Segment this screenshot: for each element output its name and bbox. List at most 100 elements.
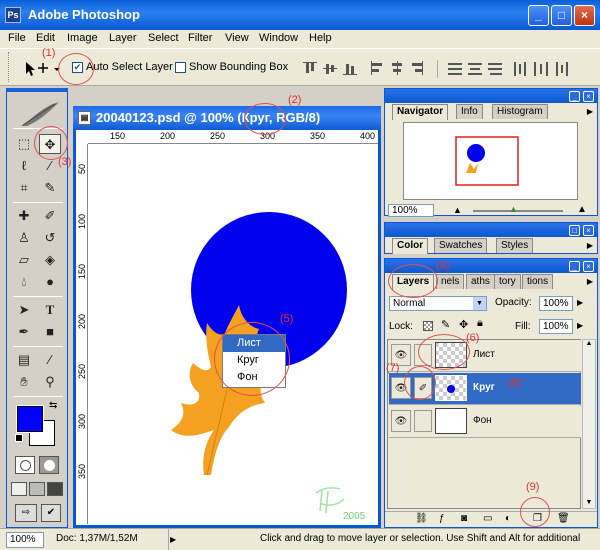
status-zoom-field[interactable]: 100% bbox=[6, 532, 44, 548]
fill-field[interactable]: 100% bbox=[539, 319, 573, 334]
toolbox-separator bbox=[13, 396, 63, 397]
tab-histogram[interactable]: Histogram bbox=[492, 104, 548, 119]
tab-info[interactable]: Info bbox=[456, 104, 483, 119]
panel-close-button[interactable]: × bbox=[583, 261, 594, 272]
toolbox-separator bbox=[13, 202, 63, 203]
lock-transparency-icon[interactable] bbox=[423, 321, 433, 331]
lock-position-icon[interactable]: ✥ bbox=[459, 318, 468, 331]
status-menu-arrow-icon[interactable]: ▶ bbox=[168, 529, 178, 550]
move-tool-preset-icon[interactable] bbox=[22, 58, 62, 80]
blur-tool-icon[interactable]: 💧︎ bbox=[13, 272, 35, 292]
menu-window[interactable]: Window bbox=[259, 32, 298, 44]
minimize-button[interactable]: _ bbox=[528, 5, 549, 26]
dodge-tool-icon[interactable]: ● bbox=[39, 272, 61, 292]
brush-tool-icon[interactable]: ✐ bbox=[39, 206, 61, 226]
quick-mask-icon[interactable] bbox=[39, 456, 59, 474]
eyedropper-tool-icon[interactable]: ⁄ bbox=[39, 350, 61, 370]
menu-file[interactable]: File bbox=[8, 32, 26, 44]
close-button[interactable]: × bbox=[574, 5, 595, 26]
navigator-preview[interactable] bbox=[403, 122, 578, 200]
blend-mode-select[interactable]: Normal ▼ bbox=[389, 296, 487, 311]
hand-tool-icon[interactable]: ✋︎ bbox=[13, 372, 35, 392]
color-panel-titlebar: □ × bbox=[385, 223, 597, 237]
tab-history[interactable]: tory bbox=[494, 274, 521, 289]
show-bounding-box-checkbox[interactable]: ✔ bbox=[175, 62, 186, 73]
menu-layer[interactable]: Layer bbox=[109, 32, 137, 44]
tab-swatches[interactable]: Swatches bbox=[434, 238, 488, 253]
layer-row-background[interactable]: 👁︎ Фон bbox=[389, 406, 581, 438]
layers-scrollbar[interactable]: ▲ ▼ bbox=[582, 339, 596, 509]
tab-styles[interactable]: Styles bbox=[496, 238, 534, 253]
tab-color[interactable]: Color bbox=[392, 238, 429, 254]
menu-select[interactable]: Select bbox=[148, 32, 179, 44]
auto-select-layer-label: Auto Select Layer bbox=[86, 61, 173, 73]
zoom-tool-icon[interactable]: ⚲ bbox=[39, 372, 61, 392]
panel-menu-arrow-icon[interactable]: ▶ bbox=[587, 277, 593, 286]
crop-tool-icon[interactable]: ⌗ bbox=[13, 178, 35, 198]
zoom-slider-thumb[interactable]: ▲ bbox=[509, 204, 518, 214]
panel-minimize-button[interactable]: _ bbox=[569, 91, 580, 102]
menu-filter[interactable]: Filter bbox=[188, 32, 212, 44]
menu-view[interactable]: View bbox=[225, 32, 249, 44]
rectangle-shape-icon[interactable]: ■ bbox=[39, 322, 61, 342]
doc-size-info[interactable]: Doc: 1,37M/1,52M bbox=[56, 533, 138, 544]
scroll-down-icon[interactable]: ▼ bbox=[583, 499, 595, 506]
tab-navigator[interactable]: Navigator bbox=[392, 104, 449, 120]
delete-layer-icon[interactable]: 🗑︎ bbox=[557, 513, 570, 524]
panel-minimize-button[interactable]: _ bbox=[569, 261, 580, 272]
edit-in-imageready-icon[interactable]: ✔ bbox=[41, 504, 61, 522]
maximize-button[interactable]: □ bbox=[551, 5, 572, 26]
panel-minimize-button[interactable]: □ bbox=[569, 225, 580, 236]
new-group-icon[interactable]: ▭ bbox=[483, 513, 492, 524]
layer-mask-icon[interactable]: ◙ bbox=[461, 513, 467, 524]
link-layers-icon[interactable]: ⛓︎ bbox=[415, 513, 428, 524]
lock-image-icon[interactable]: ✎ bbox=[441, 318, 450, 331]
tab-paths[interactable]: aths bbox=[466, 274, 495, 289]
marquee-tool-icon[interactable]: ⬚ bbox=[13, 134, 35, 154]
pen-tool-icon[interactable]: ✒ bbox=[13, 322, 35, 342]
eraser-tool-icon[interactable]: ▱ bbox=[13, 250, 35, 270]
layer-link-slot[interactable] bbox=[414, 410, 432, 432]
notes-tool-icon[interactable]: ▤ bbox=[13, 350, 35, 370]
navigator-zoom-field[interactable]: 100% bbox=[388, 204, 434, 217]
foreground-color-swatch[interactable] bbox=[16, 405, 44, 433]
scroll-up-icon[interactable]: ▲ bbox=[583, 340, 595, 347]
chevron-down-icon[interactable]: ▼ bbox=[473, 297, 486, 310]
history-brush-icon[interactable]: ↺ bbox=[39, 228, 61, 248]
opacity-slider-arrow-icon[interactable]: ▶ bbox=[577, 298, 583, 307]
swap-colors-icon[interactable]: ⇆ bbox=[49, 400, 57, 411]
screen-mode-standard-icon[interactable] bbox=[11, 482, 27, 496]
opacity-field[interactable]: 100% bbox=[539, 296, 573, 311]
zoom-slider-track[interactable] bbox=[473, 210, 563, 212]
clone-stamp-icon[interactable]: ♙ bbox=[13, 228, 35, 248]
panel-menu-arrow-icon[interactable]: ▶ bbox=[587, 241, 593, 250]
default-colors-icon[interactable] bbox=[15, 434, 23, 442]
standard-mode-icon[interactable] bbox=[15, 456, 35, 474]
layer-style-icon[interactable]: ƒ bbox=[439, 513, 445, 524]
adjustment-layer-icon[interactable]: ◐ bbox=[505, 513, 511, 524]
panel-close-button[interactable]: × bbox=[583, 91, 594, 102]
menu-image[interactable]: Image bbox=[67, 32, 98, 44]
eye-visibility-icon[interactable]: 👁︎ bbox=[391, 410, 411, 432]
lasso-tool-icon[interactable]: ℓ bbox=[13, 156, 35, 176]
menu-edit[interactable]: Edit bbox=[36, 32, 55, 44]
options-grip[interactable] bbox=[8, 52, 11, 82]
healing-brush-icon[interactable]: ✚ bbox=[13, 206, 35, 226]
paint-bucket-icon[interactable]: ◈ bbox=[39, 250, 61, 270]
screen-mode-full-icon[interactable] bbox=[47, 482, 63, 496]
zoom-in-icon[interactable]: ▲ bbox=[577, 204, 587, 215]
slice-tool-icon[interactable]: ✎ bbox=[39, 178, 61, 198]
panel-close-button[interactable]: × bbox=[583, 225, 594, 236]
zoom-out-icon[interactable]: ▲ bbox=[453, 205, 462, 215]
jump-to-imageready-icon[interactable]: ⇨ bbox=[15, 504, 37, 522]
tab-actions[interactable]: tions bbox=[522, 274, 554, 289]
path-selection-icon[interactable]: ➤ bbox=[13, 300, 35, 320]
tab-channels[interactable]: nels bbox=[436, 274, 465, 289]
type-tool-icon[interactable]: T bbox=[39, 300, 61, 320]
lock-all-icon[interactable]: 🔒︎ bbox=[477, 317, 483, 330]
menu-help[interactable]: Help bbox=[309, 32, 332, 44]
align-distribute-icons[interactable] bbox=[300, 60, 600, 78]
fill-slider-arrow-icon[interactable]: ▶ bbox=[577, 321, 583, 330]
screen-mode-full-menu-icon[interactable] bbox=[29, 482, 45, 496]
panel-menu-arrow-icon[interactable]: ▶ bbox=[587, 107, 593, 116]
